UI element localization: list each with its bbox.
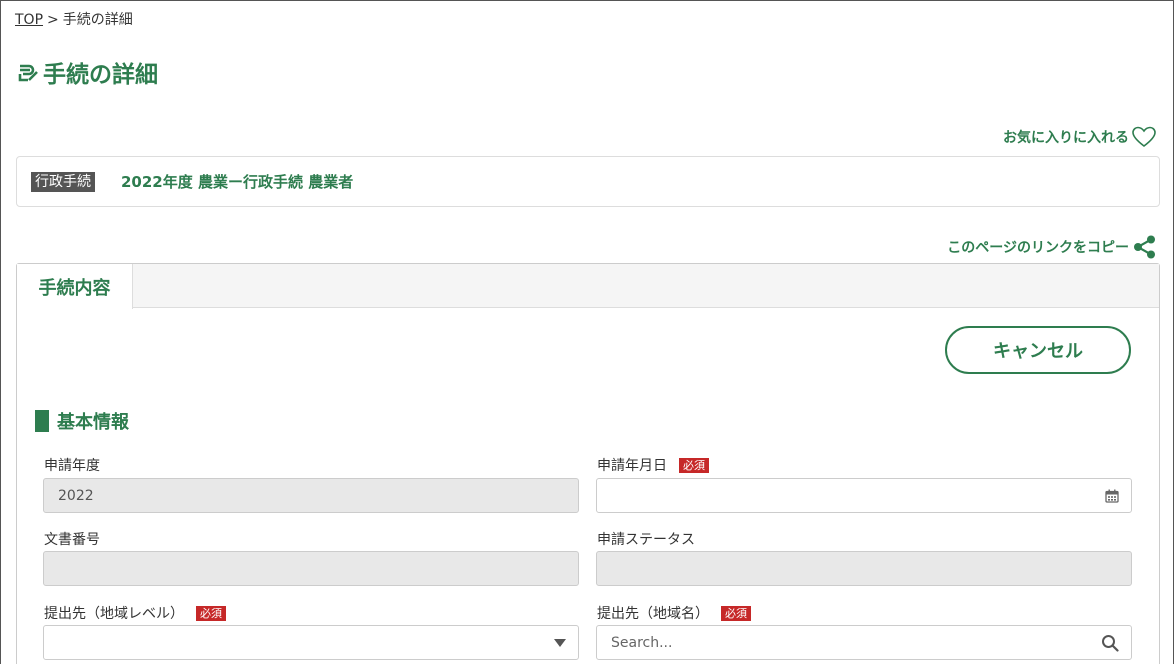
content-panel: 手続内容 キャンセル 基本情報 申請年度 2022 申請年月日 必須 文書番号 … [16, 263, 1160, 664]
tab-bar: 手続内容 [17, 264, 1159, 309]
application-status-label-text: 申請ステータス [597, 532, 695, 548]
tab-procedure-content[interactable]: 手続内容 [17, 264, 133, 309]
application-date-label: 申請年月日 必須 [597, 455, 709, 475]
submit-region-level-label: 提出先（地域レベル） 必須 [44, 603, 226, 623]
application-year-label: 申請年度 [44, 455, 100, 475]
section-basic-info: 基本情報 [35, 408, 129, 434]
procedure-type-badge: 行政手続 [31, 171, 95, 192]
application-date-label-text: 申請年月日 [597, 458, 667, 474]
heart-icon [1132, 126, 1156, 148]
cancel-button[interactable]: キャンセル [945, 326, 1131, 374]
section-title: 基本情報 [57, 412, 129, 433]
page-title-text: 手続の詳細 [43, 62, 158, 88]
page-title: 手続の詳細 [17, 55, 158, 89]
favorite-link[interactable]: お気に入りに入れる [1003, 125, 1157, 149]
application-year-field: 2022 [43, 478, 579, 513]
document-number-field [43, 551, 579, 586]
caret-down-icon [554, 638, 566, 647]
breadcrumb: TOP > 手続の詳細 [15, 9, 133, 29]
copy-link[interactable]: このページのリンクをコピー [947, 235, 1157, 259]
required-badge: 必須 [721, 605, 751, 621]
required-badge: 必須 [679, 457, 709, 473]
breadcrumb-separator: > [47, 12, 59, 28]
submit-region-level-select[interactable] [43, 625, 579, 660]
application-year-label-text: 申請年度 [44, 458, 100, 474]
document-number-label-text: 文書番号 [44, 532, 100, 548]
procedure-title: 2022年度 農業ー行政手続 農業者 [121, 173, 354, 191]
search-placeholder: Search... [611, 634, 673, 651]
procedure-info-box: 行政手続 2022年度 農業ー行政手続 農業者 [16, 156, 1160, 207]
submit-region-level-label-text: 提出先（地域レベル） [44, 606, 184, 622]
application-year-value: 2022 [58, 487, 94, 504]
share-icon [1134, 235, 1155, 259]
submit-region-name-label-text: 提出先（地域名） [597, 606, 709, 622]
page-frame: TOP > 手続の詳細 手続の詳細 お気に入りに入れる 行政手続 2022年度 農業… [0, 0, 1174, 664]
required-badge: 必須 [196, 605, 226, 621]
calendar-icon[interactable] [1105, 489, 1119, 503]
favorite-label: お気に入りに入れる [1003, 130, 1129, 146]
copy-link-label: このページのリンクをコピー [947, 240, 1129, 256]
submit-region-name-label: 提出先（地域名） 必須 [597, 603, 751, 623]
submit-region-name-search[interactable]: Search... [596, 625, 1132, 660]
application-status-field [596, 551, 1132, 586]
section-marker [35, 410, 49, 432]
breadcrumb-top-link[interactable]: TOP [15, 12, 43, 28]
application-date-field[interactable] [596, 478, 1132, 513]
search-icon[interactable] [1101, 634, 1119, 652]
application-status-label: 申請ステータス [597, 529, 695, 549]
document-number-label: 文書番号 [44, 529, 100, 549]
breadcrumb-current: 手続の詳細 [62, 12, 133, 28]
tag-icon [18, 64, 38, 82]
